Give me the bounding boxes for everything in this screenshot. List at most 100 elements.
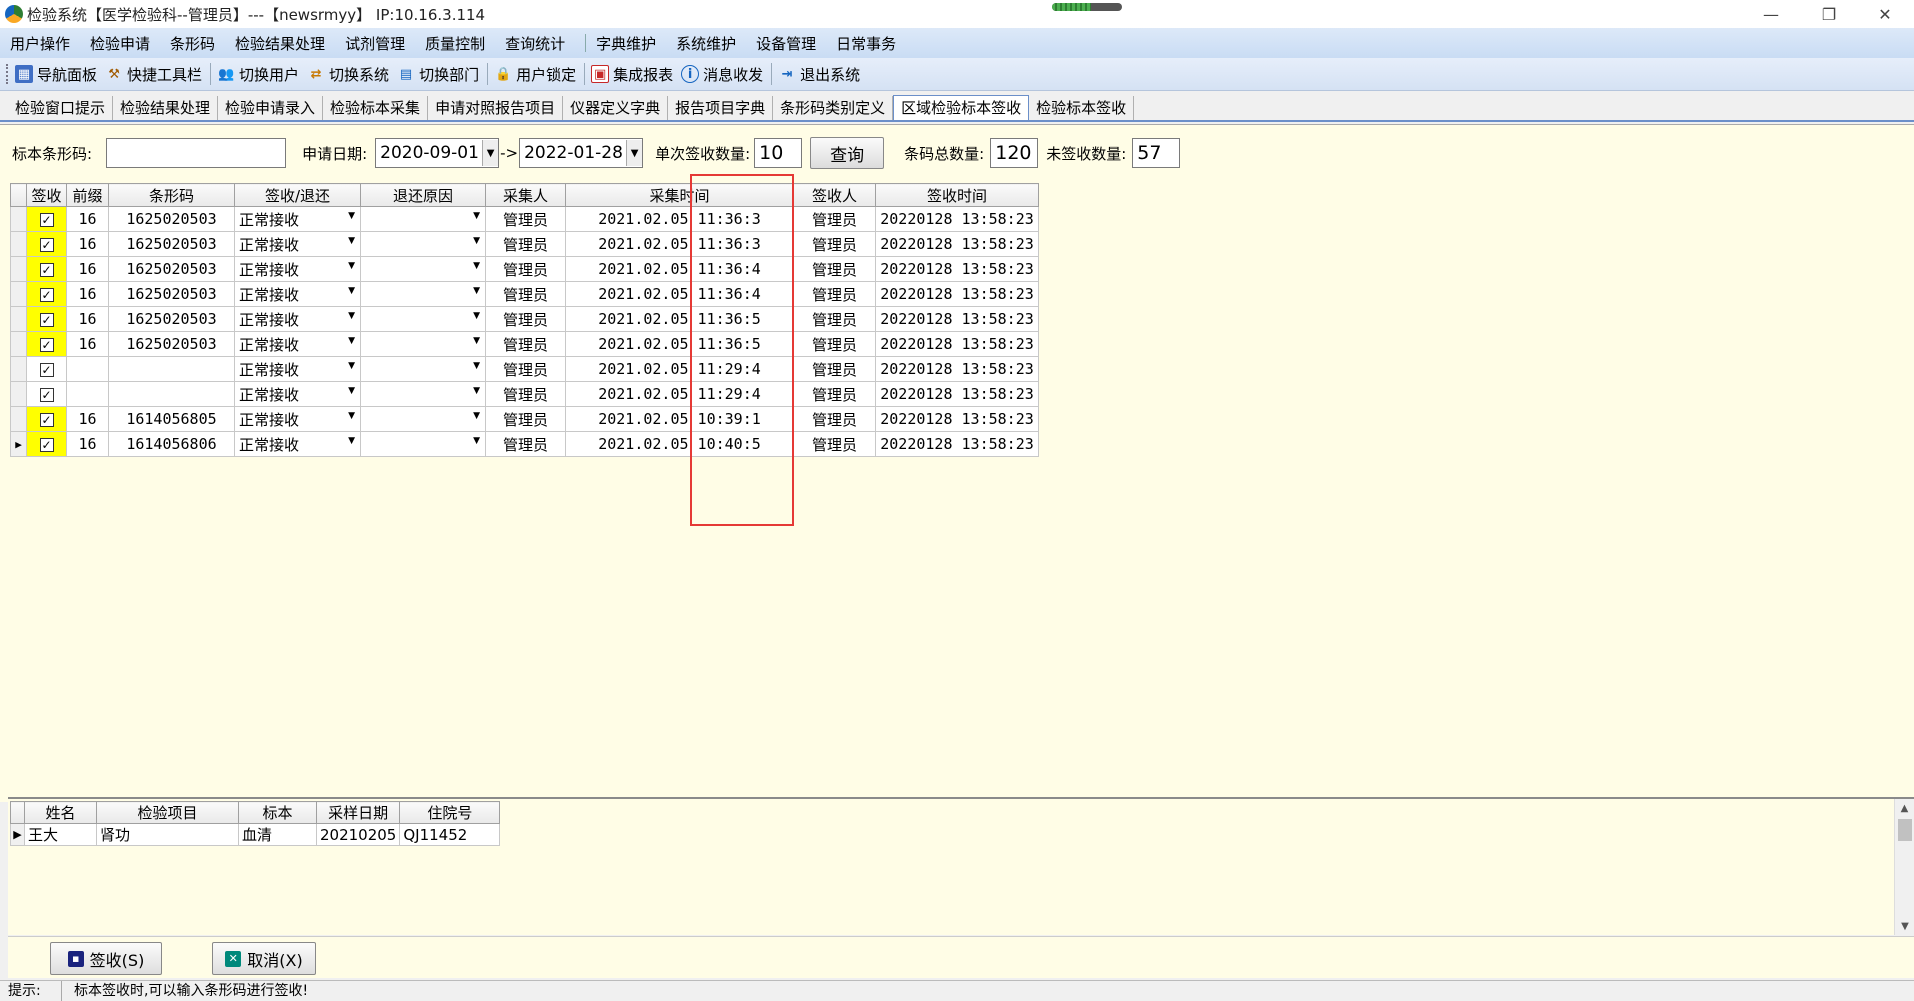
date-from-picker[interactable]: 2020-09-01 ▼ xyxy=(375,138,500,168)
col-signin[interactable]: 签收 xyxy=(26,183,67,207)
signin-cell[interactable]: ✓ xyxy=(26,331,67,357)
switch-user-button[interactable]: 👥 切换用户 xyxy=(217,64,299,85)
status-select[interactable]: 正常接收 ▼ xyxy=(234,331,361,357)
signin-checkbox[interactable]: ✓ xyxy=(39,413,54,427)
chevron-down-icon[interactable]: ▼ xyxy=(348,336,355,346)
signin-cell[interactable]: ✓ xyxy=(26,206,67,232)
signin-checkbox[interactable]: ✓ xyxy=(39,388,54,402)
table-row[interactable]: ✓ 16 1625020503 正常接收 ▼ ▼ 管理员 2021.02.05 11:36:5… xyxy=(10,306,1039,332)
chevron-down-icon[interactable]: ▼ xyxy=(473,436,480,446)
quick-bar-button[interactable]: ⚒ 快捷工具栏 xyxy=(105,64,202,85)
user-lock-button[interactable]: 🔒 用户锁定 xyxy=(494,64,576,85)
table-row[interactable]: ▶ ✓ 16 1614056806 正常接收 ▼ ▼ 管理员 2021.02.05 10:40:… xyxy=(10,431,1039,457)
table-row[interactable]: ✓ 16 1614056805 正常接收 ▼ ▼ 管理员 2021.02.05 10:39:1… xyxy=(10,406,1039,432)
status-select[interactable]: 正常接收 ▼ xyxy=(234,431,361,457)
signin-checkbox[interactable]: ✓ xyxy=(39,363,54,377)
reason-select[interactable]: ▼ xyxy=(360,356,486,382)
menu-user-ops[interactable]: 用户操作 xyxy=(10,33,80,54)
status-select[interactable]: 正常接收 ▼ xyxy=(234,356,361,382)
reason-select[interactable]: ▼ xyxy=(360,406,486,432)
chevron-down-icon[interactable]: ▼ xyxy=(473,236,480,246)
table-row[interactable]: ✓ 16 1625020503 正常接收 ▼ ▼ 管理员 2021.02.05 11:36:3… xyxy=(10,206,1039,232)
chevron-down-icon[interactable]: ▼ xyxy=(348,236,355,246)
chevron-down-icon[interactable]: ▼ xyxy=(473,361,480,371)
menu-quality-control[interactable]: 质量控制 xyxy=(425,33,495,54)
chevron-down-icon[interactable]: ▼ xyxy=(473,386,480,396)
menu-query-stats[interactable]: 查询统计 xyxy=(505,33,575,54)
signin-checkbox[interactable]: ✓ xyxy=(39,313,54,327)
tab-specimen-signin[interactable]: 检验标本签收 xyxy=(1029,96,1135,120)
scroll-thumb[interactable] xyxy=(1898,819,1912,841)
chevron-down-icon[interactable]: ▼ xyxy=(348,361,355,371)
status-select[interactable]: 正常接收 ▼ xyxy=(234,231,361,257)
tab-result-processing[interactable]: 检验结果处理 xyxy=(113,96,219,120)
restore-button[interactable]: ❐ xyxy=(1800,0,1858,28)
chevron-down-icon[interactable]: ▼ xyxy=(473,336,480,346)
chevron-down-icon[interactable]: ▼ xyxy=(473,211,480,221)
menu-equipment[interactable]: 设备管理 xyxy=(756,33,826,54)
table-row[interactable]: ✓ 正常接收 ▼ ▼ 管理员 2021.02.05 11:29:4 管理员 20220128 … xyxy=(10,381,1039,407)
col-test-item[interactable]: 检验项目 xyxy=(96,801,239,824)
messages-button[interactable]: i 消息收发 xyxy=(681,64,763,85)
menu-daily-affairs[interactable]: 日常事务 xyxy=(836,33,906,54)
col-collector[interactable]: 采集人 xyxy=(485,183,566,207)
chevron-down-icon[interactable]: ▼ xyxy=(473,311,480,321)
status-select[interactable]: 正常接收 ▼ xyxy=(234,406,361,432)
col-specimen[interactable]: 标本 xyxy=(238,801,317,824)
tab-specimen-collection[interactable]: 检验标本采集 xyxy=(323,96,429,120)
status-select[interactable]: 正常接收 ▼ xyxy=(234,306,361,332)
signin-cell[interactable]: ✓ xyxy=(26,281,67,307)
chevron-down-icon[interactable]: ▼ xyxy=(348,411,355,421)
chevron-down-icon[interactable]: ▼ xyxy=(348,386,355,396)
scroll-down-icon[interactable]: ▼ xyxy=(1895,917,1914,935)
tab-instrument-dictionary[interactable]: 仪器定义字典 xyxy=(563,96,669,120)
close-button[interactable]: ✕ xyxy=(1856,0,1914,28)
table-row[interactable]: ✓ 正常接收 ▼ ▼ 管理员 2021.02.05 11:29:4 管理员 20220128 … xyxy=(10,356,1039,382)
col-barcode[interactable]: 条形码 xyxy=(108,183,235,207)
reason-select[interactable]: ▼ xyxy=(360,306,486,332)
chevron-down-icon[interactable]: ▼ xyxy=(482,140,499,166)
table-row[interactable]: ▶ 王大 肾功 血清 20210205 QJ11452 xyxy=(10,823,501,846)
scroll-up-icon[interactable]: ▲ xyxy=(1895,799,1914,817)
chevron-down-icon[interactable]: ▼ xyxy=(348,211,355,221)
chevron-down-icon[interactable]: ▼ xyxy=(473,411,480,421)
signin-cell[interactable]: ✓ xyxy=(26,431,67,457)
col-sample-date[interactable]: 采样日期 xyxy=(315,801,401,824)
signin-checkbox[interactable]: ✓ xyxy=(39,288,54,302)
toolbar-grip[interactable] xyxy=(6,64,9,84)
reason-select[interactable]: ▼ xyxy=(360,331,486,357)
table-row[interactable]: ✓ 16 1625020503 正常接收 ▼ ▼ 管理员 2021.02.05 11:36:3… xyxy=(10,231,1039,257)
signin-cell[interactable]: ✓ xyxy=(26,406,67,432)
menu-dictionary[interactable]: 字典维护 xyxy=(596,33,666,54)
query-button[interactable]: 查询 xyxy=(810,137,885,169)
status-select[interactable]: 正常接收 ▼ xyxy=(234,256,361,282)
reason-select[interactable]: ▼ xyxy=(360,256,486,282)
signin-checkbox[interactable]: ✓ xyxy=(39,338,54,352)
menu-result-processing[interactable]: 检验结果处理 xyxy=(235,33,335,54)
nav-panel-button[interactable]: ▦ 导航面板 xyxy=(15,64,97,85)
chevron-down-icon[interactable]: ▼ xyxy=(473,261,480,271)
cancel-button[interactable]: ✕ 取消(X) xyxy=(212,942,316,975)
signin-checkbox[interactable]: ✓ xyxy=(39,238,54,252)
chevron-down-icon[interactable]: ▼ xyxy=(348,286,355,296)
signin-cell[interactable]: ✓ xyxy=(26,256,67,282)
exit-button[interactable]: ⇥ 退出系统 xyxy=(778,64,860,85)
integrated-report-button[interactable]: ▣ 集成报表 xyxy=(591,64,673,85)
chevron-down-icon[interactable]: ▼ xyxy=(348,436,355,446)
reason-select[interactable]: ▼ xyxy=(360,206,486,232)
signin-checkbox[interactable]: ✓ xyxy=(39,213,54,227)
detail-scrollbar[interactable]: ▲ ▼ xyxy=(1894,799,1914,935)
signin-cell[interactable]: ✓ xyxy=(26,231,67,257)
col-collect-time[interactable]: 采集时间 xyxy=(565,183,794,207)
col-receiver[interactable]: 签收人 xyxy=(793,183,876,207)
signin-checkbox[interactable]: ✓ xyxy=(39,438,54,452)
status-select[interactable]: 正常接收 ▼ xyxy=(234,281,361,307)
col-patient-name[interactable]: 姓名 xyxy=(24,801,97,824)
reason-select[interactable]: ▼ xyxy=(360,281,486,307)
status-select[interactable]: 正常接收 ▼ xyxy=(234,381,361,407)
col-inpatient-no[interactable]: 住院号 xyxy=(399,801,501,824)
tab-request-report-mapping[interactable]: 申请对照报告项目 xyxy=(428,96,564,120)
table-row[interactable]: ✓ 16 1625020503 正常接收 ▼ ▼ 管理员 2021.02.05 11:36:4… xyxy=(10,256,1039,282)
status-select[interactable]: 正常接收 ▼ xyxy=(234,206,361,232)
table-row[interactable]: ✓ 16 1625020503 正常接收 ▼ ▼ 管理员 2021.02.05 11:36:4… xyxy=(10,281,1039,307)
